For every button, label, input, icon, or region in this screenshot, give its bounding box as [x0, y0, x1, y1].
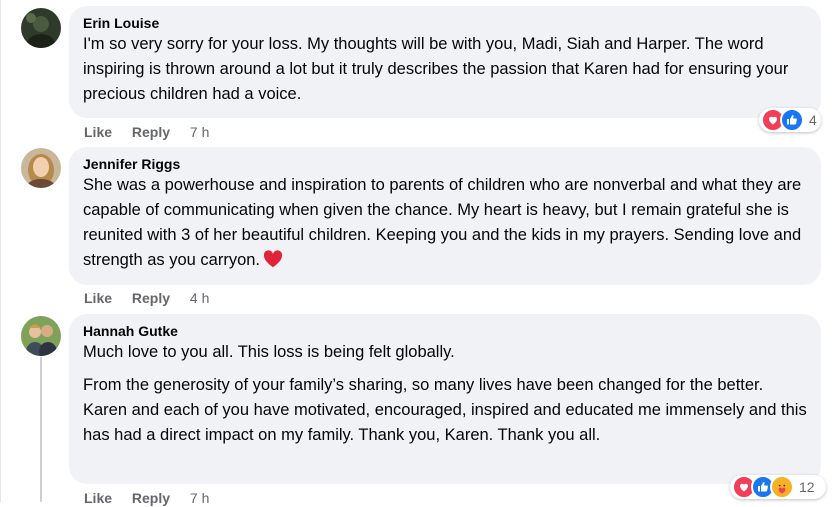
comment-bubble: Erin Louise I'm so very sorry for your l…: [69, 6, 821, 118]
red-heart-emoji: [263, 250, 283, 276]
comment-text: She was a powerhouse and inspiration to …: [83, 173, 807, 276]
comment-bubble: Jennifer Riggs She was a powerhouse and …: [69, 147, 821, 285]
reaction-count: 4: [809, 112, 817, 128]
like-button[interactable]: Like: [84, 124, 112, 140]
comment-actions: Like Reply 7 h: [84, 489, 209, 507]
reaction-summary[interactable]: 12: [730, 475, 826, 499]
reply-button[interactable]: Reply: [132, 124, 170, 140]
reply-button[interactable]: Reply: [132, 290, 170, 306]
comment-text: From the generosity of your family’s sha…: [83, 376, 807, 444]
like-button[interactable]: Like: [84, 290, 112, 306]
avatar[interactable]: [21, 316, 61, 356]
like-button[interactable]: Like: [84, 490, 112, 506]
like-icon: [780, 108, 804, 132]
left-edge-divider: [0, 0, 1, 502]
comment-author[interactable]: Erin Louise: [83, 14, 807, 32]
comment-actions: Like Reply 4 h: [84, 289, 209, 307]
avatar[interactable]: [21, 148, 61, 188]
reaction-count: 12: [799, 479, 815, 495]
comment-timestamp[interactable]: 7 h: [190, 490, 209, 506]
comment-text-body: She was a powerhouse and inspiration to …: [83, 176, 802, 269]
comment-author[interactable]: Jennifer Riggs: [83, 155, 807, 173]
reply-button[interactable]: Reply: [132, 490, 170, 506]
reply-thread-line: [40, 357, 42, 502]
care-icon: [770, 475, 794, 499]
reaction-summary[interactable]: 4: [759, 108, 821, 132]
comment-author[interactable]: Hannah Gutke: [83, 322, 807, 340]
avatar[interactable]: [21, 8, 61, 48]
comment-text: Much love to you all. This loss is being…: [83, 343, 455, 361]
comment-timestamp[interactable]: 7 h: [190, 124, 209, 140]
comment-text: I'm so very sorry for your loss. My thou…: [83, 35, 789, 103]
comment-actions: Like Reply 7 h: [84, 123, 209, 141]
comment-timestamp[interactable]: 4 h: [190, 290, 209, 306]
comment-bubble: Hannah Gutke Much love to you all. This …: [69, 314, 821, 484]
